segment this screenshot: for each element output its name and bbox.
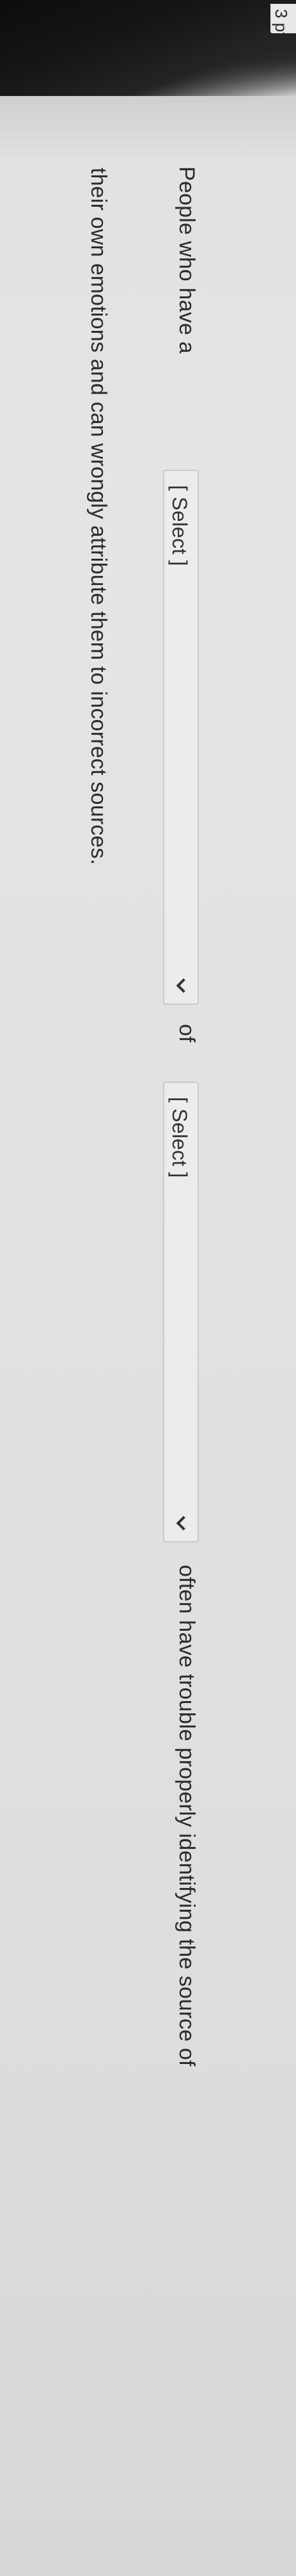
question-content: People who have a [ Select ] of [ Select… bbox=[0, 96, 296, 2576]
question-suffix: often have trouble properly identifying … bbox=[175, 1565, 199, 2067]
points-badge: 3 pts bbox=[270, 4, 296, 33]
question-prefix: People who have a bbox=[175, 166, 199, 354]
question-panel: People who have a [ Select ] of [ Select… bbox=[0, 96, 296, 2576]
dark-screen-edge bbox=[0, 0, 296, 96]
points-text: 3 pts bbox=[272, 9, 291, 33]
blank-2-select[interactable]: [ Select ] bbox=[163, 1082, 199, 1542]
question-middle-text: of bbox=[175, 1024, 199, 1043]
question-line-2-text: their own emotions and can wrongly attri… bbox=[86, 168, 111, 865]
blank-2-select-label: [ Select ] bbox=[168, 1097, 191, 1178]
chevron-down-icon bbox=[176, 1516, 191, 1531]
blank-1-select-label: [ Select ] bbox=[168, 485, 191, 566]
blank-1-select[interactable]: [ Select ] bbox=[163, 470, 199, 1005]
chevron-down-icon bbox=[176, 978, 191, 993]
